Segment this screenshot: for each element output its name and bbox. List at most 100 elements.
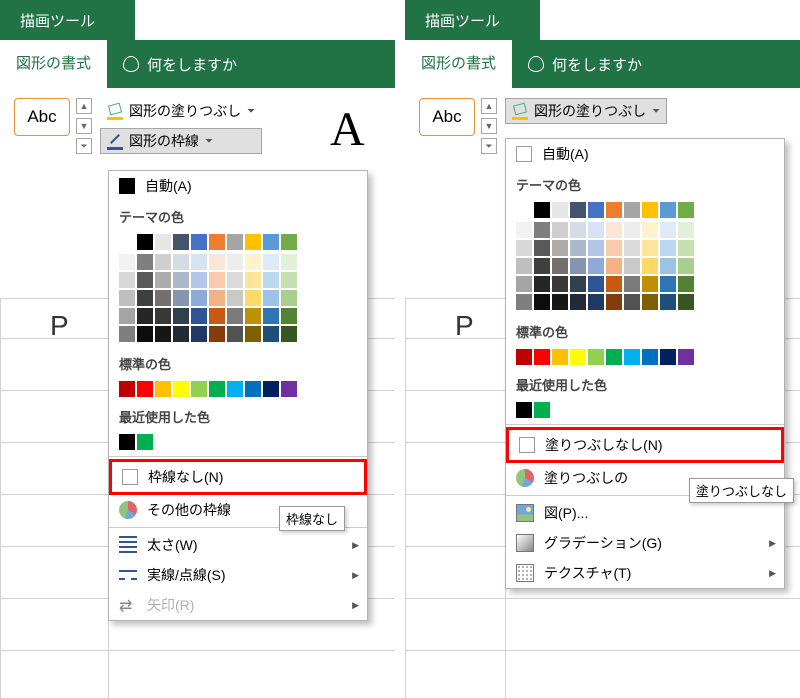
color-swatch[interactable]	[263, 234, 279, 250]
color-swatch[interactable]	[281, 254, 297, 270]
style-more-up[interactable]: ▲	[76, 98, 92, 114]
color-swatch[interactable]	[263, 272, 279, 288]
color-swatch[interactable]	[281, 326, 297, 342]
color-swatch[interactable]	[263, 326, 279, 342]
style-more-up[interactable]: ▲	[481, 98, 497, 114]
color-swatch[interactable]	[570, 349, 586, 365]
color-swatch[interactable]	[119, 434, 135, 450]
outline-more-colors[interactable]: その他の枠線 枠線なし	[109, 495, 367, 525]
color-swatch[interactable]	[281, 272, 297, 288]
color-swatch[interactable]	[660, 202, 676, 218]
color-swatch[interactable]	[552, 294, 568, 310]
color-swatch[interactable]	[534, 276, 550, 292]
shape-style-preview[interactable]: Abc	[419, 98, 475, 136]
color-swatch[interactable]	[137, 326, 153, 342]
color-swatch[interactable]	[606, 294, 622, 310]
color-swatch[interactable]	[552, 276, 568, 292]
color-swatch[interactable]	[119, 234, 135, 250]
color-swatch[interactable]	[227, 234, 243, 250]
color-swatch[interactable]	[155, 290, 171, 306]
color-swatch[interactable]	[209, 272, 225, 288]
color-swatch[interactable]	[660, 294, 676, 310]
color-swatch[interactable]	[245, 381, 261, 397]
fill-auto[interactable]: 自動(A)	[506, 139, 784, 169]
color-swatch[interactable]	[191, 326, 207, 342]
style-more-dropdown[interactable]: ⏷	[76, 138, 92, 154]
color-swatch[interactable]	[516, 402, 532, 418]
color-swatch[interactable]	[642, 276, 658, 292]
color-swatch[interactable]	[606, 258, 622, 274]
style-more-down[interactable]: ▼	[481, 118, 497, 134]
color-swatch[interactable]	[534, 222, 550, 238]
color-swatch[interactable]	[137, 381, 153, 397]
color-swatch[interactable]	[281, 234, 297, 250]
fill-gradient[interactable]: グラデーション(G)	[506, 528, 784, 558]
color-swatch[interactable]	[173, 381, 189, 397]
fill-texture[interactable]: テクスチャ(T)	[506, 558, 784, 588]
color-swatch[interactable]	[281, 290, 297, 306]
color-swatch[interactable]	[588, 222, 604, 238]
color-swatch[interactable]	[227, 272, 243, 288]
color-swatch[interactable]	[606, 202, 622, 218]
color-swatch[interactable]	[516, 349, 532, 365]
color-swatch[interactable]	[137, 254, 153, 270]
color-swatch[interactable]	[516, 202, 532, 218]
color-swatch[interactable]	[588, 240, 604, 256]
color-swatch[interactable]	[570, 276, 586, 292]
color-swatch[interactable]	[173, 308, 189, 324]
color-swatch[interactable]	[119, 381, 135, 397]
color-swatch[interactable]	[209, 326, 225, 342]
color-swatch[interactable]	[281, 381, 297, 397]
color-swatch[interactable]	[570, 202, 586, 218]
color-swatch[interactable]	[191, 254, 207, 270]
color-swatch[interactable]	[155, 254, 171, 270]
color-swatch[interactable]	[606, 222, 622, 238]
color-swatch[interactable]	[660, 222, 676, 238]
color-swatch[interactable]	[624, 294, 640, 310]
color-swatch[interactable]	[155, 234, 171, 250]
color-swatch[interactable]	[191, 290, 207, 306]
tab-shape-format[interactable]: 図形の書式	[405, 40, 512, 88]
color-swatch[interactable]	[263, 308, 279, 324]
color-swatch[interactable]	[588, 349, 604, 365]
color-swatch[interactable]	[173, 234, 189, 250]
color-swatch[interactable]	[624, 202, 640, 218]
color-swatch[interactable]	[209, 381, 225, 397]
color-swatch[interactable]	[245, 234, 261, 250]
color-swatch[interactable]	[624, 222, 640, 238]
color-swatch[interactable]	[119, 308, 135, 324]
color-swatch[interactable]	[516, 240, 532, 256]
color-swatch[interactable]	[155, 272, 171, 288]
color-swatch[interactable]	[642, 258, 658, 274]
color-swatch[interactable]	[624, 258, 640, 274]
color-swatch[interactable]	[606, 276, 622, 292]
color-swatch[interactable]	[263, 381, 279, 397]
color-swatch[interactable]	[570, 258, 586, 274]
color-swatch[interactable]	[227, 254, 243, 270]
color-swatch[interactable]	[588, 202, 604, 218]
color-swatch[interactable]	[227, 326, 243, 342]
color-swatch[interactable]	[678, 222, 694, 238]
color-swatch[interactable]	[155, 326, 171, 342]
color-swatch[interactable]	[552, 258, 568, 274]
color-swatch[interactable]	[191, 381, 207, 397]
fill-none[interactable]: 塗りつぶしなし(N)	[506, 427, 784, 463]
color-swatch[interactable]	[173, 290, 189, 306]
color-swatch[interactable]	[624, 240, 640, 256]
color-swatch[interactable]	[191, 272, 207, 288]
color-swatch[interactable]	[660, 240, 676, 256]
color-swatch[interactable]	[281, 308, 297, 324]
color-swatch[interactable]	[570, 222, 586, 238]
color-swatch[interactable]	[137, 434, 153, 450]
color-swatch[interactable]	[588, 258, 604, 274]
shape-style-preview[interactable]: Abc	[14, 98, 70, 136]
color-swatch[interactable]	[606, 349, 622, 365]
color-swatch[interactable]	[516, 222, 532, 238]
color-swatch[interactable]	[552, 202, 568, 218]
style-more-dropdown[interactable]: ⏷	[481, 138, 497, 154]
color-swatch[interactable]	[534, 402, 550, 418]
color-swatch[interactable]	[552, 222, 568, 238]
outline-none[interactable]: 枠線なし(N)	[109, 459, 367, 495]
color-swatch[interactable]	[173, 326, 189, 342]
color-swatch[interactable]	[245, 272, 261, 288]
